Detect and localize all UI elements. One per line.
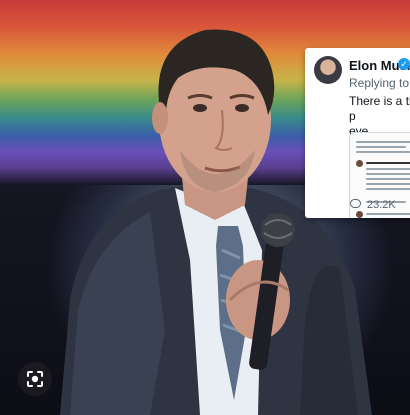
replying-prefix: Replying to (349, 76, 410, 90)
visual-search-button[interactable] (18, 362, 52, 396)
tweet-screenshot-card[interactable]: Elon Musk ✓ @ Replying to @H There is a … (305, 48, 410, 218)
verified-badge-icon: ✓ (398, 58, 410, 70)
tweet-replying-to: Replying to @H (349, 76, 410, 90)
tweet-stat-count: 23.2K (367, 199, 396, 211)
lens-scan-icon (27, 371, 43, 387)
tweet-avatar (314, 56, 342, 84)
reply-count-icon[interactable] (350, 199, 361, 208)
tweet-text-line-1: There is a tiny p (349, 94, 410, 123)
